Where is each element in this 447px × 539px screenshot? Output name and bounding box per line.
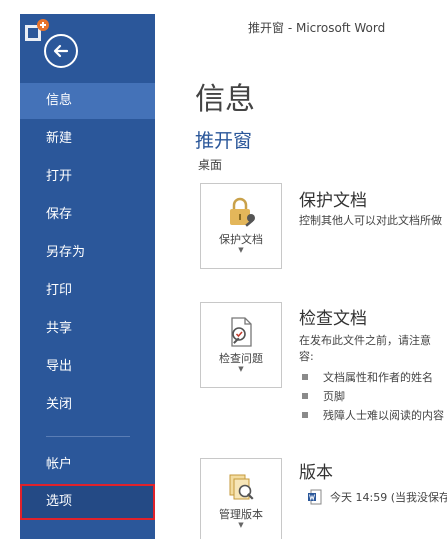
window-title: 推开窗 - Microsoft Word bbox=[248, 21, 386, 35]
lock-key-icon bbox=[227, 196, 257, 230]
nav-new[interactable]: 新建 bbox=[20, 121, 155, 157]
protect-section-title: 保护文档 bbox=[299, 191, 367, 211]
nav-save[interactable]: 保存 bbox=[20, 197, 155, 233]
check-issues-button[interactable]: 检查问题 ▼ bbox=[200, 302, 282, 388]
protect-section-desc: 控制其他人可以对此文档所做 bbox=[299, 214, 442, 227]
protect-document-label: 保护文档 bbox=[219, 233, 263, 246]
manage-versions-label: 管理版本 bbox=[219, 508, 263, 521]
back-arrow-icon bbox=[53, 44, 69, 58]
manage-versions-icon bbox=[227, 471, 257, 505]
nav-print[interactable]: 打印 bbox=[20, 273, 155, 309]
chevron-down-icon: ▼ bbox=[238, 365, 244, 373]
nav-close[interactable]: 关闭 bbox=[20, 387, 155, 423]
chevron-down-icon: ▼ bbox=[238, 246, 244, 254]
manage-versions-button[interactable]: 管理版本 ▼ bbox=[200, 458, 282, 539]
page-title: 信息 bbox=[195, 82, 255, 117]
nav-info[interactable]: 信息 bbox=[20, 83, 155, 119]
inspect-section-desc-line2: 容: bbox=[299, 350, 314, 363]
check-issues-label: 检查问题 bbox=[219, 352, 263, 365]
inspect-document-icon bbox=[227, 315, 257, 349]
nav-account[interactable]: 帐户 bbox=[20, 447, 155, 483]
sidebar-divider bbox=[46, 436, 130, 437]
protect-document-button[interactable]: 保护文档 ▼ bbox=[200, 183, 282, 269]
document-location: 桌面 bbox=[198, 158, 223, 172]
back-arrow-button[interactable] bbox=[44, 34, 78, 68]
list-item: 页脚 bbox=[302, 388, 345, 404]
list-item: 文档属性和作者的姓名 bbox=[302, 369, 433, 385]
inspect-section-title: 检查文档 bbox=[299, 309, 367, 329]
nav-options[interactable]: 选项 bbox=[20, 484, 155, 520]
inspect-section-desc-line1: 在发布此文件之前，请注意 bbox=[299, 334, 431, 347]
nav-export[interactable]: 导出 bbox=[20, 349, 155, 385]
nav-share[interactable]: 共享 bbox=[20, 311, 155, 347]
version-entry-text: 今天 14:59 (当我没保存 bbox=[330, 491, 447, 504]
document-name: 推开窗 bbox=[195, 130, 253, 152]
version-entry[interactable]: 今天 14:59 (当我没保存 bbox=[308, 489, 447, 505]
nav-save-as[interactable]: 另存为 bbox=[20, 235, 155, 271]
nav-open[interactable]: 打开 bbox=[20, 159, 155, 195]
list-item: 残障人士难以阅读的内容 bbox=[302, 407, 444, 423]
word-document-icon bbox=[308, 489, 322, 505]
versions-section-title: 版本 bbox=[299, 463, 333, 483]
chevron-down-icon: ▼ bbox=[238, 521, 244, 529]
